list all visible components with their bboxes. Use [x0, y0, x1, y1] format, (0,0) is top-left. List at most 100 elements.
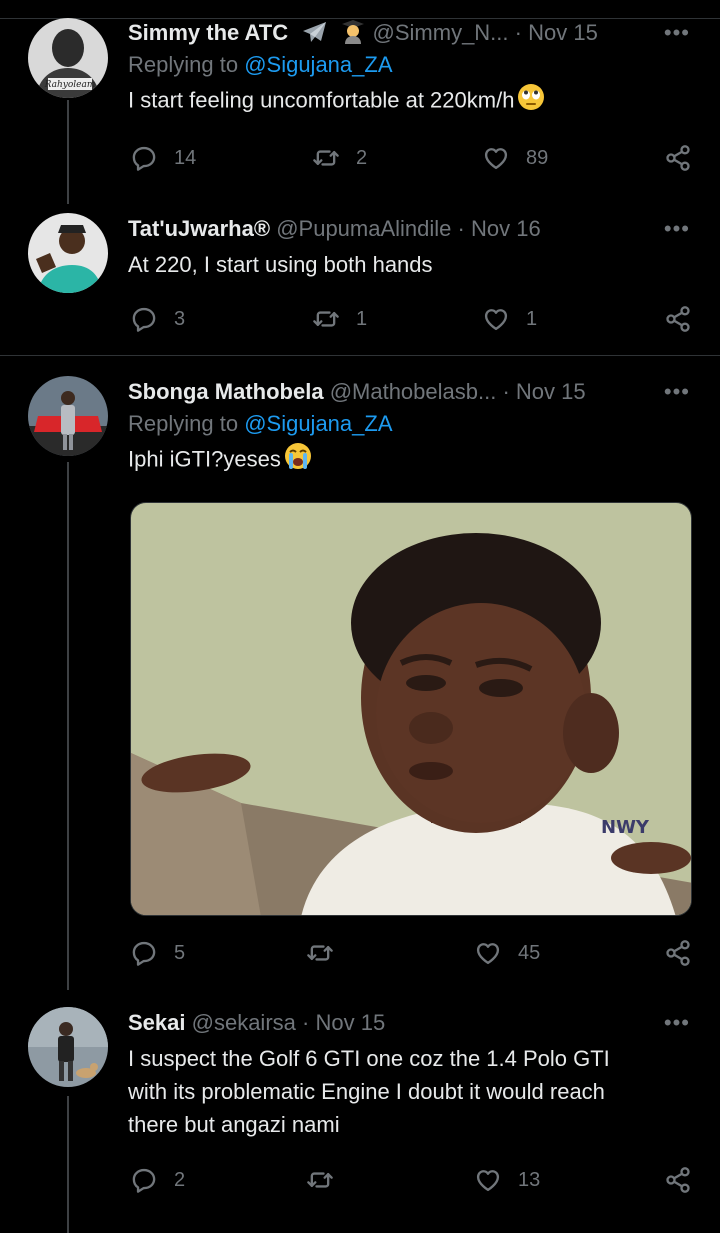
retweet-icon: [312, 144, 340, 172]
like-button[interactable]: 45: [474, 938, 540, 968]
tweet-content: Sekai @sekairsa · Nov 15 ••• I suspect t…: [128, 1008, 700, 1141]
separator: ·: [457, 216, 465, 241]
retweet-icon: [306, 939, 334, 967]
like-icon: [482, 305, 510, 333]
tweet-text: At 220, I start using both hands: [128, 252, 433, 277]
tweet-actions: 14 2 89: [128, 143, 700, 173]
like-count: 45: [518, 941, 541, 964]
retweet-button[interactable]: 2: [312, 143, 367, 173]
student-emoji-icon: [340, 18, 366, 52]
thread-connector: [67, 100, 69, 204]
tweet-actions: 2 13: [128, 1165, 700, 1195]
replying-label: Replying to: [128, 411, 245, 436]
share-icon: [664, 144, 692, 172]
like-icon: [482, 144, 510, 172]
tweet-actions: 5 45: [128, 938, 700, 968]
retweet-count: 2: [356, 146, 368, 169]
like-button[interactable]: 13: [474, 1165, 540, 1195]
reply-button[interactable]: 5: [130, 938, 185, 968]
user-handle[interactable]: @PupumaAlindile: [276, 216, 451, 241]
share-icon: [664, 1166, 692, 1194]
more-icon[interactable]: •••: [664, 214, 690, 244]
like-button[interactable]: 1: [482, 304, 537, 334]
separator: ·: [514, 20, 522, 45]
share-icon: [664, 939, 692, 967]
shirt-print-text: NWY: [601, 817, 650, 838]
like-count: 13: [518, 1168, 541, 1191]
separator: ·: [502, 379, 510, 404]
tweet-header: Tat'uJwarha® @PupumaAlindile · Nov 16 ••…: [128, 214, 700, 244]
reply-button[interactable]: 14: [130, 143, 196, 173]
share-button[interactable]: [664, 304, 692, 334]
like-icon: [474, 939, 502, 967]
tweet-text: I start feeling uncomfortable at 220km/h: [128, 82, 700, 121]
airplane-emoji-icon: [300, 20, 328, 52]
user-handle[interactable]: @Simmy_N...: [373, 20, 509, 45]
tweet-text: I suspect the Golf 6 GTI one coz the 1.4…: [128, 1042, 700, 1141]
share-button[interactable]: [664, 143, 692, 173]
like-button[interactable]: 89: [482, 143, 548, 173]
tweet-date[interactable]: Nov 16: [471, 216, 541, 241]
reply-count: 2: [174, 1168, 186, 1191]
replying-to: Replying to @Sigujana_ZA: [128, 48, 700, 82]
tweet-media-image[interactable]: NWY: [130, 502, 692, 916]
reply-button[interactable]: 3: [130, 304, 185, 334]
retweet-icon: [306, 1166, 334, 1194]
tweet-content: Tat'uJwarha® @PupumaAlindile · Nov 16 ••…: [128, 214, 700, 281]
display-name[interactable]: Sbonga Mathobela: [128, 379, 324, 404]
retweet-button[interactable]: [306, 938, 334, 968]
display-name[interactable]: Sekai: [128, 1010, 186, 1035]
share-icon: [664, 305, 692, 333]
replying-to: Replying to @Sigujana_ZA: [128, 407, 700, 441]
tweet-content: Simmy the ATC @Simmy_N... · Nov 15 ••• R…: [128, 18, 700, 121]
tweet-header: Simmy the ATC @Simmy_N... · Nov 15 •••: [128, 18, 700, 48]
display-name[interactable]: Tat'uJwarha®: [128, 216, 270, 241]
tweet-text-line: there but angazi nami: [128, 1112, 340, 1137]
display-name[interactable]: Simmy the ATC: [128, 20, 288, 45]
avatar[interactable]: [28, 376, 108, 456]
like-icon: [474, 1166, 502, 1194]
avatar[interactable]: [28, 1007, 108, 1087]
avatar[interactable]: [28, 213, 108, 293]
thread-connector: [67, 1096, 69, 1233]
retweet-button[interactable]: [306, 1165, 334, 1195]
reply-icon: [130, 1166, 158, 1194]
replying-label: Replying to: [128, 52, 245, 77]
retweet-count: 1: [356, 307, 368, 330]
reply-icon: [130, 144, 158, 172]
more-icon[interactable]: •••: [664, 377, 690, 407]
mention-link[interactable]: @Sigujana_ZA: [244, 411, 392, 436]
loudly-crying-emoji-icon: [283, 441, 313, 480]
reply-count: 5: [174, 941, 186, 964]
more-icon[interactable]: •••: [664, 18, 690, 48]
tweet-text-line: with its problematic Engine I doubt it w…: [128, 1079, 605, 1104]
user-handle[interactable]: @sekairsa: [192, 1010, 296, 1035]
more-icon[interactable]: •••: [664, 1008, 690, 1038]
mention-link[interactable]: @Sigujana_ZA: [244, 52, 392, 77]
tweet-text-body: I start feeling uncomfortable at 220km/h: [128, 87, 515, 113]
share-button[interactable]: [664, 938, 692, 968]
reply-button[interactable]: 2: [130, 1165, 185, 1195]
tweet-actions: 3 1 1: [128, 304, 700, 334]
avatar-signature: Rahyoleam: [44, 80, 96, 90]
tweet-header: Sbonga Mathobela @Mathobelasb... · Nov 1…: [128, 377, 700, 407]
tweet-date[interactable]: Nov 15: [315, 1010, 385, 1035]
share-button[interactable]: [664, 1165, 692, 1195]
like-count: 89: [526, 146, 549, 169]
like-count: 1: [526, 307, 538, 330]
tweet-text-body: Iphi iGTI?yeses: [128, 446, 281, 472]
tweet-content: Sbonga Mathobela @Mathobelasb... · Nov 1…: [128, 377, 700, 480]
thread-connector: [67, 462, 69, 990]
reply-count: 3: [174, 307, 186, 330]
user-handle[interactable]: @Mathobelasb...: [330, 379, 497, 404]
tweet-text: Iphi iGTI?yeses: [128, 441, 700, 480]
tweet-text-line: I suspect the Golf 6 GTI one coz the 1.4…: [128, 1046, 610, 1071]
avatar[interactable]: Rahyoleam: [28, 18, 108, 98]
retweet-button[interactable]: 1: [312, 304, 367, 334]
tweet-header: Sekai @sekairsa · Nov 15 •••: [128, 1008, 700, 1038]
tweet-date[interactable]: Nov 15: [528, 20, 598, 45]
thread-divider: [0, 355, 720, 356]
tweet-date[interactable]: Nov 15: [516, 379, 586, 404]
reply-icon: [130, 305, 158, 333]
eyes-rolling-emoji-icon: [516, 82, 546, 121]
